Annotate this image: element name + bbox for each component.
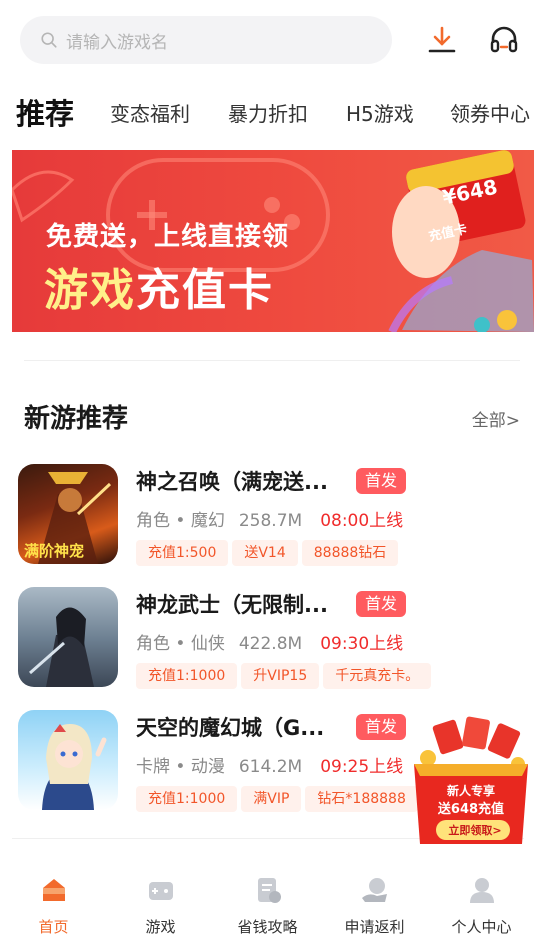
game-launch-time: 08:00上线 [320,511,404,531]
first-release-badge: 首发 [356,468,406,494]
game-name: 神之召唤（满宠送... [136,470,328,494]
tab-h5-games[interactable]: H5游戏 [346,92,414,136]
game-tag: 送V14 [232,540,298,566]
gamepad-icon [149,882,173,900]
view-all-link[interactable]: 全部> [472,406,520,431]
game-item[interactable]: 神龙武士（无限制... 首发 角色 • 仙侠 422.8M 09:30上线 充值1:… [18,587,528,697]
home-icon [43,879,65,901]
nav-home[interactable]: 首页 [0,860,107,941]
game-tag: 千元真充卡。 [323,663,432,689]
nav-profile[interactable]: 个人中心 [428,860,535,941]
rebate-icon [362,878,387,902]
game-category: 角色 • 魔幻 [136,511,225,531]
game-tags: 充值1:1000 满VIP 钻石*188888 [136,786,422,812]
tab-discount[interactable]: 暴力折扣 [228,92,308,136]
download-button[interactable] [424,22,460,58]
game-item[interactable]: 满阶神宠 神之召唤（满宠送... 首发 角色 • 魔幻 258.7M 08:00上线… [18,464,528,574]
tab-recommend[interactable]: 推荐 [16,92,74,136]
nav-label: 申请返利 [344,918,405,936]
promo-banner[interactable]: ¥648 充值卡 免费送，上线直接领 游戏充值卡 [12,150,534,332]
banner-subtitle: 免费送，上线直接领 [46,222,290,252]
banner-title-part1: 游戏 [44,265,136,316]
game-art-anime-girl [42,724,107,810]
game-launch-time: 09:25上线 [320,757,404,777]
promo-line1: 新人专享 [446,784,495,798]
game-launch-time: 09:30上线 [320,634,404,654]
category-tabs: 推荐 变态福利 暴力折扣 H5游戏 领券中心 [0,92,536,136]
game-meta: 角色 • 魔幻 258.7M 08:00上线 [136,506,403,531]
banner-title-part2: 充值卡 [136,265,274,316]
game-tag: 满VIP [241,786,302,812]
search-icon [41,32,57,48]
download-icon [428,26,456,53]
game-size: 614.2M [238,757,303,777]
bottom-nav: 首页 游戏 省钱攻略 申请返利 个人中心 [0,860,536,941]
game-name: 天空的魔幻城（G... [136,716,325,740]
game-tags: 充值1:500 送V14 88888钻石 [136,540,402,566]
newbie-gift-float[interactable]: 新人专享 送648充值 立即领取> [406,716,536,848]
promo-line2: 送648充值 [437,802,505,817]
nav-label: 个人中心 [451,918,512,936]
promo-claim-button[interactable]: 立即领取> [440,822,510,840]
game-tag: 充值1:500 [136,540,229,566]
game-meta: 卡牌 • 动漫 614.2M 09:25上线 [136,752,403,777]
nav-guide[interactable]: 省钱攻略 [214,860,321,941]
nav-label: 省钱攻略 [237,918,298,936]
guide-icon [258,878,281,903]
game-tag: 充值1:1000 [136,786,238,812]
headset-icon [490,26,518,53]
user-icon [470,878,494,903]
game-meta: 角色 • 仙侠 422.8M 09:30上线 [136,629,403,654]
tab-welfare[interactable]: 变态福利 [110,92,190,136]
game-size: 258.7M [238,511,303,531]
game-tag: 钻石*188888 [305,786,418,812]
game-name: 神龙武士（无限制... [136,593,328,617]
game-thumb-caption: 满阶神宠 [24,542,85,560]
customer-service-button[interactable] [486,22,522,58]
first-release-badge: 首发 [356,591,406,617]
section-title: 新游推荐 [24,404,129,434]
tab-coupon-center[interactable]: 领券中心 [450,92,530,136]
search-input[interactable]: 请输入游戏名 [20,16,392,64]
game-category: 角色 • 仙侠 [136,634,225,654]
game-tag: 充值1:1000 [136,663,238,689]
search-placeholder: 请输入游戏名 [66,32,168,53]
game-tag: 88888钻石 [301,540,399,566]
game-category: 卡牌 • 动漫 [136,757,225,777]
section-divider [24,360,520,361]
game-art-swordsman [29,607,94,687]
game-icon: 满阶神宠 [18,464,118,564]
game-tag: 升VIP15 [241,663,320,689]
nav-rebate[interactable]: 申请返利 [321,860,428,941]
banner-title: 游戏充值卡 [44,254,274,318]
nav-label: 游戏 [145,918,176,936]
game-tags: 充值1:1000 升VIP15 千元真充卡。 [136,663,435,689]
first-release-badge: 首发 [356,714,406,740]
game-icon [18,710,118,810]
game-icon [18,587,118,687]
nav-games[interactable]: 游戏 [107,860,214,941]
nav-label: 首页 [38,918,69,936]
game-size: 422.8M [238,634,303,654]
